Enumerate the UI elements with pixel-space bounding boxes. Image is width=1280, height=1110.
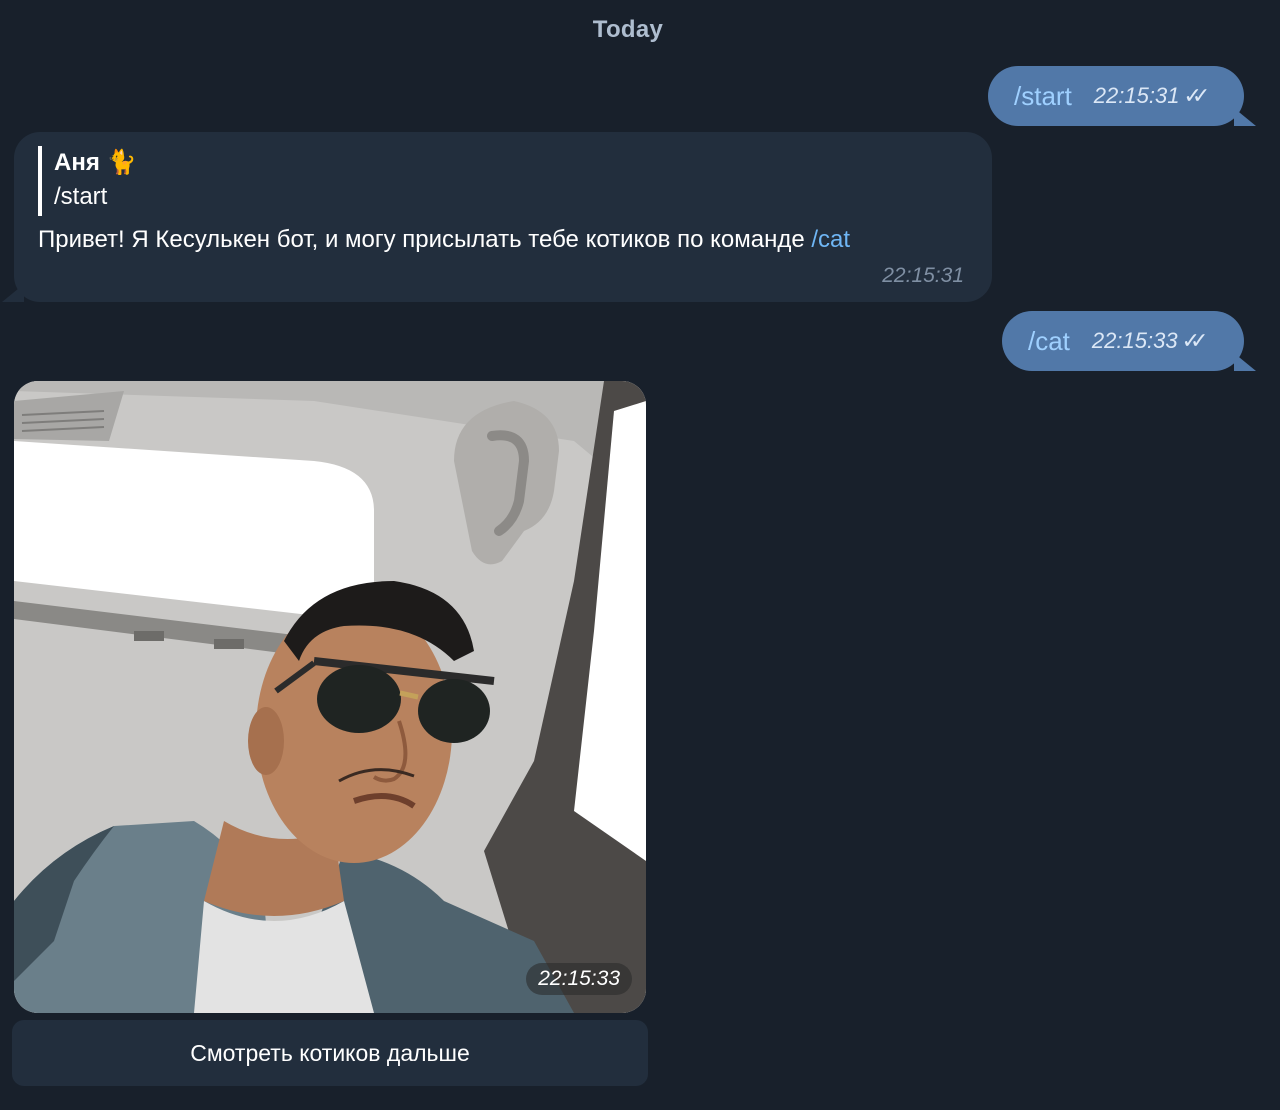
message-time: 22:15:31 [1093, 83, 1180, 108]
photo-image [14, 381, 646, 1013]
date-separator: Today [592, 16, 664, 43]
cat-command-link[interactable]: /cat [811, 226, 850, 253]
message-command-link[interactable]: /cat [1028, 326, 1070, 357]
bubble-tail [1234, 108, 1256, 126]
chat-window: Today /start 22:15:31 ✓✓ Аня 🐈 /start Пр… [0, 0, 1280, 1110]
message-body: Привет! Я Кесулькен бот, и могу присылат… [38, 226, 812, 253]
outgoing-message-cat[interactable]: /cat 22:15:33 ✓✓ [1002, 311, 1256, 371]
message-time: 22:15:31 [882, 264, 964, 287]
message-command-link[interactable]: /start [1014, 81, 1072, 112]
message-text: Привет! Я Кесулькен бот, и могу присылат… [38, 226, 850, 254]
incoming-message[interactable]: Аня 🐈 /start Привет! Я Кесулькен бот, и … [2, 132, 992, 302]
photo-time: 22:15:33 [526, 963, 632, 995]
bubble-tail [2, 284, 24, 302]
outgoing-message-start[interactable]: /start 22:15:31 ✓✓ [988, 66, 1256, 126]
reply-text: /start [54, 183, 108, 210]
bubble-tail [1234, 353, 1256, 371]
double-check-icon: ✓✓ [1181, 328, 1209, 353]
reply-author: Аня 🐈 [54, 149, 137, 176]
message-time: 22:15:33 [1091, 328, 1178, 353]
more-cats-button[interactable]: Смотреть котиков дальше [12, 1020, 648, 1086]
photo-message[interactable]: 22:15:33 [14, 381, 646, 1013]
message-meta: 22:15:33 ✓✓ [1091, 328, 1209, 354]
reply-quote[interactable]: Аня 🐈 /start [38, 146, 136, 216]
double-check-icon: ✓✓ [1183, 83, 1210, 108]
message-meta: 22:15:31 ✓✓ [1093, 83, 1210, 109]
